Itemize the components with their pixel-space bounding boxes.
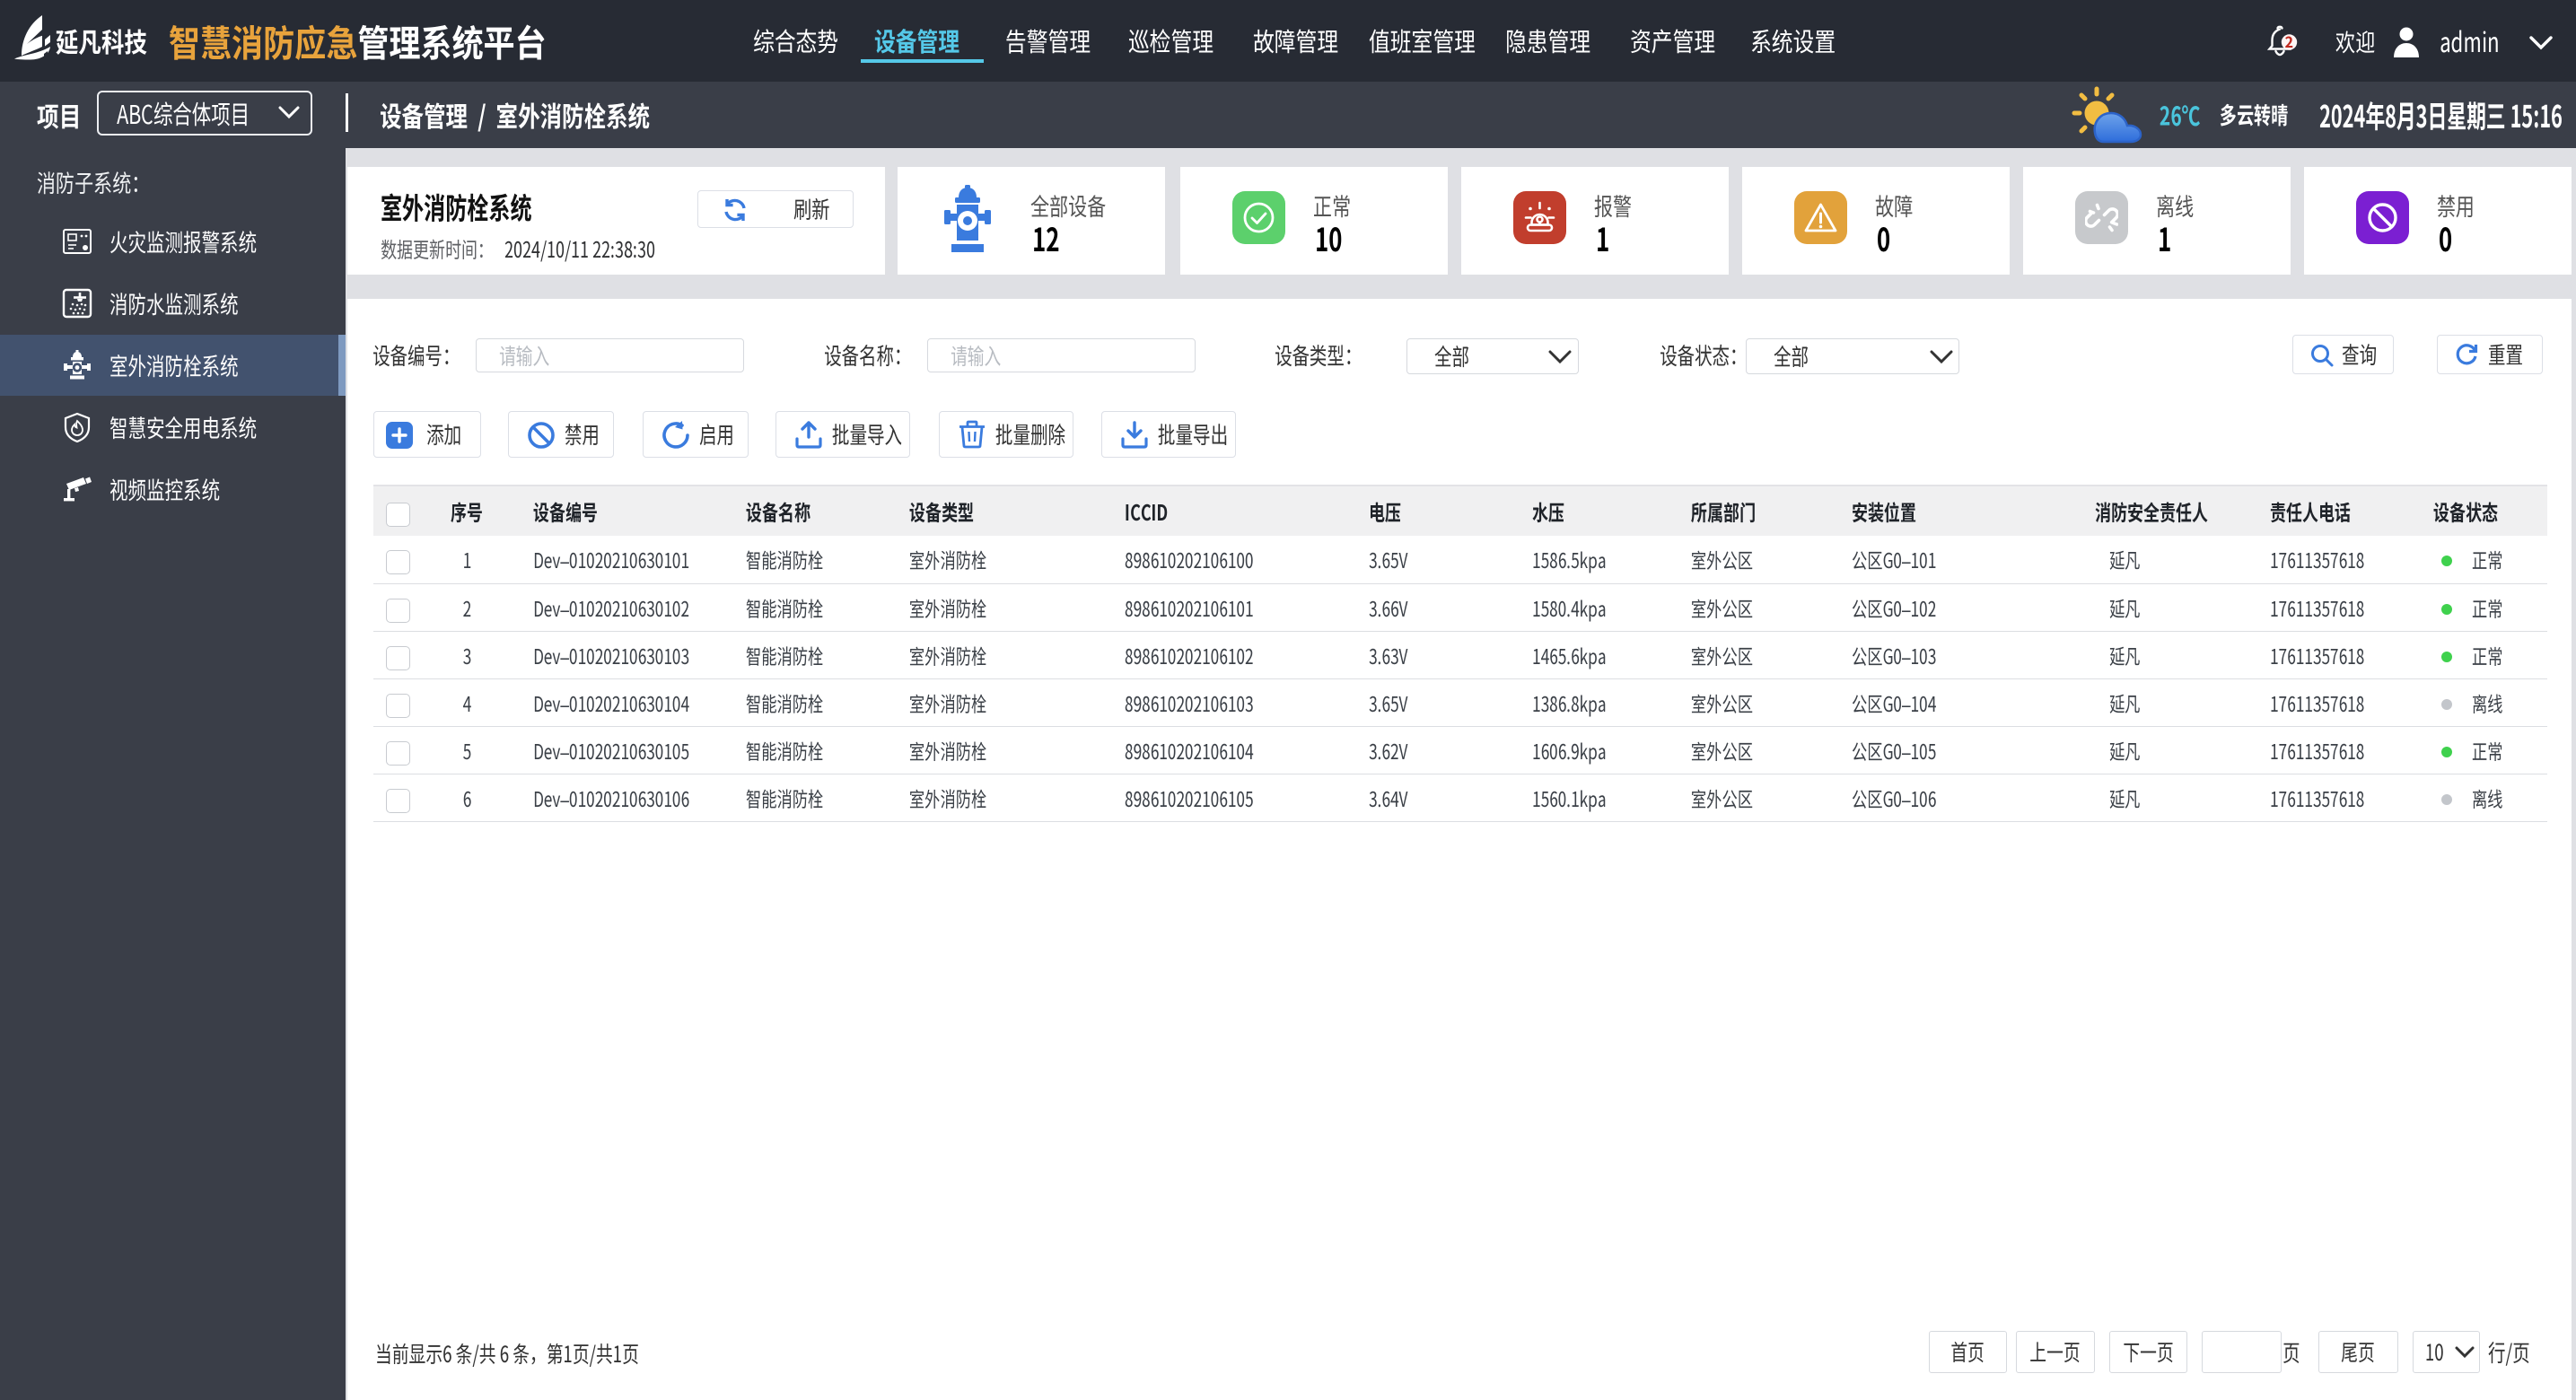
svg-text:2: 2 bbox=[2285, 31, 2293, 52]
